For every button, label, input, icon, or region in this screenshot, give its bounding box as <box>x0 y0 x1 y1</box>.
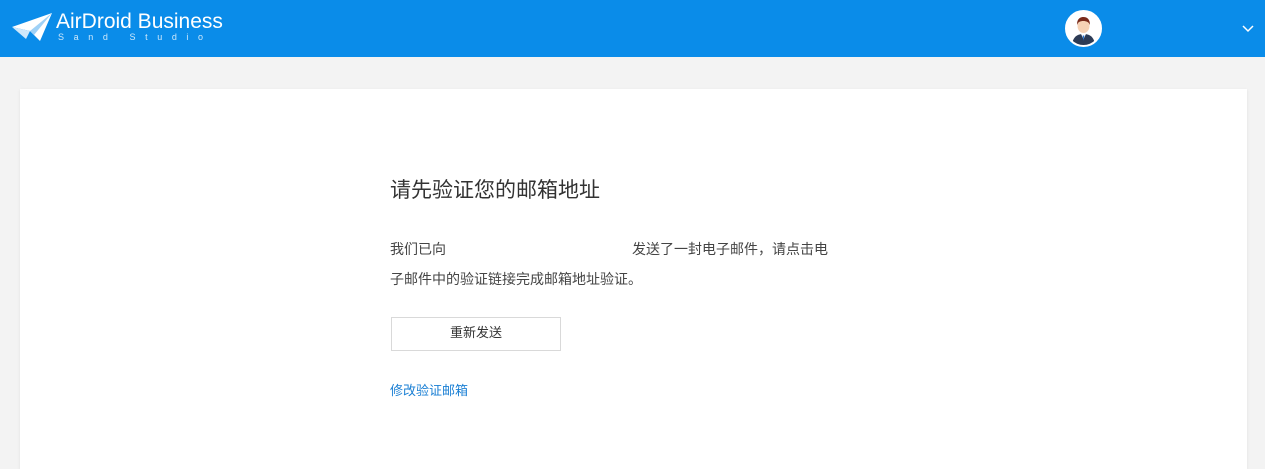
description-line-1: 我们已向 发送了一封电子邮件，请点击电 <box>390 235 890 265</box>
change-email-link[interactable]: 修改验证邮箱 <box>390 383 468 401</box>
page-title: 请先验证您的邮箱地址 <box>390 178 600 202</box>
paper-plane-logo-icon <box>12 13 52 41</box>
description-line-2: 子邮件中的验证链接完成邮箱地址验证。 <box>390 272 642 288</box>
brand-logo[interactable]: AirDroid Business Sand Studio <box>10 9 250 49</box>
resend-button[interactable]: 重新发送 <box>391 317 561 351</box>
verification-description: 我们已向 发送了一封电子邮件，请点击电 子邮件中的验证链接完成邮箱地址验证。 <box>390 235 890 295</box>
user-avatar[interactable] <box>1065 10 1102 47</box>
top-bar: AirDroid Business Sand Studio <box>0 0 1265 57</box>
description-prefix: 我们已向 <box>390 242 446 258</box>
brand-subtitle: Sand Studio <box>58 32 213 42</box>
description-suffix: 发送了一封电子邮件，请点击电 <box>632 242 828 258</box>
user-avatar-icon <box>1067 12 1100 45</box>
chevron-down-icon[interactable] <box>1238 18 1258 38</box>
